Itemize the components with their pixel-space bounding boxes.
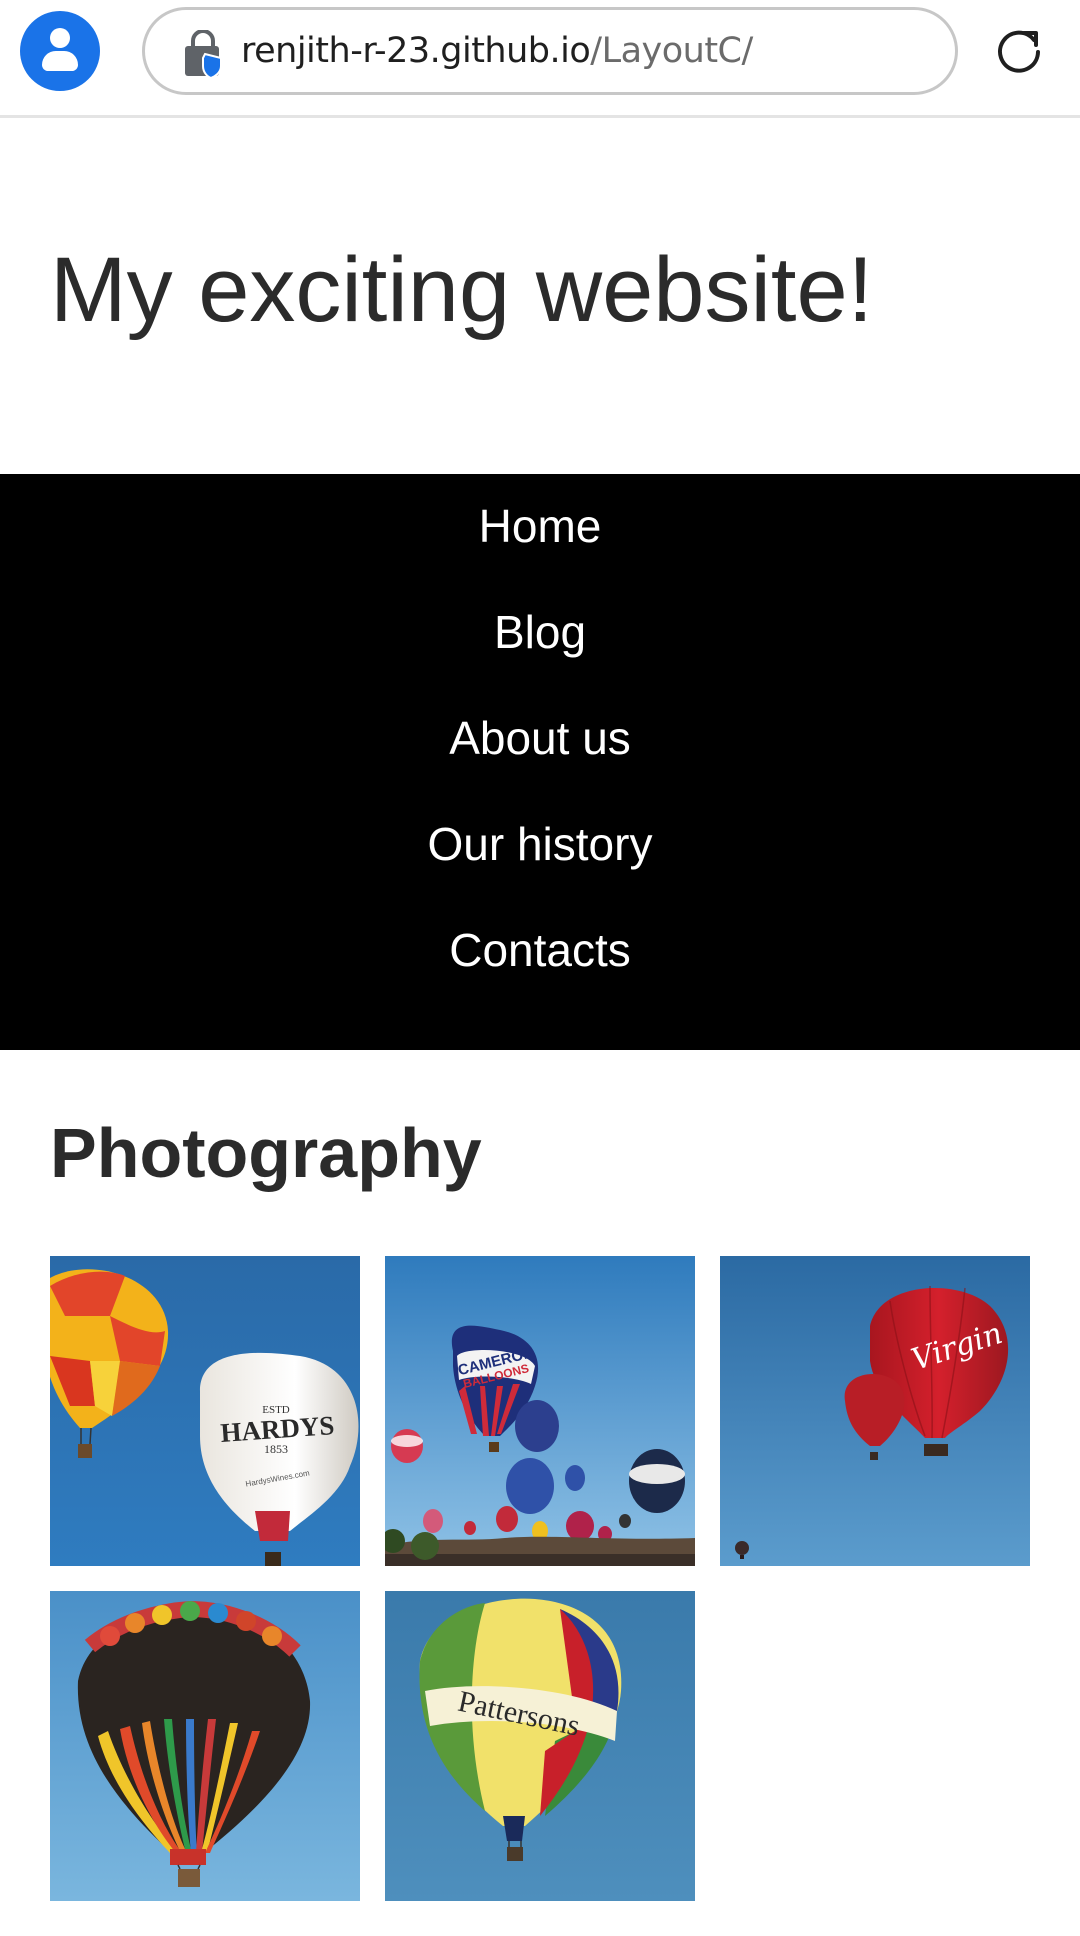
section-title: Photography <box>50 1114 482 1192</box>
nav-item-contacts[interactable]: Contacts <box>0 922 1080 1028</box>
account-avatar-icon[interactable] <box>20 11 100 91</box>
gallery-photo-2[interactable]: CAMERON BALLOONS <box>385 1256 695 1566</box>
hardys-year-text: 1853 <box>264 1442 288 1456</box>
nav-item-about-us[interactable]: About us <box>0 710 1080 816</box>
balloons-photo-3: Virgin <box>720 1256 1030 1566</box>
url-host: renjith-r-23.github.io <box>241 31 591 71</box>
main-navigation: Home Blog About us Our history Contacts <box>0 474 1080 1050</box>
nav-item-blog[interactable]: Blog <box>0 604 1080 710</box>
gallery-photo-5[interactable]: Pattersons <box>385 1591 695 1901</box>
url-text[interactable]: renjith-r-23.github.io/LayoutC/ <box>241 10 753 92</box>
nav-item-our-history[interactable]: Our history <box>0 816 1080 922</box>
photo-gallery: ESTD HARDYS 1853 HardysWines.com CAMERON… <box>50 1256 1030 1901</box>
site-security-icon[interactable] <box>181 30 225 78</box>
browser-toolbar: renjith-r-23.github.io/LayoutC/ <box>0 0 1080 118</box>
site-title: My exciting website! <box>50 239 874 341</box>
gallery-photo-3[interactable]: Virgin <box>720 1256 1030 1566</box>
gallery-photo-1[interactable]: ESTD HARDYS 1853 HardysWines.com <box>50 1256 360 1566</box>
address-bar[interactable]: renjith-r-23.github.io/LayoutC/ <box>142 7 958 95</box>
url-path: /LayoutC/ <box>590 31 753 71</box>
balloons-photo-4 <box>50 1591 360 1901</box>
nav-item-home[interactable]: Home <box>0 498 1080 604</box>
balloons-photo-2: CAMERON BALLOONS <box>385 1256 695 1566</box>
balloons-photo-1: ESTD HARDYS 1853 HardysWines.com <box>50 1256 360 1566</box>
gallery-photo-4[interactable] <box>50 1591 360 1901</box>
balloons-photo-5: Pattersons <box>385 1591 695 1901</box>
reload-icon[interactable] <box>994 26 1044 76</box>
